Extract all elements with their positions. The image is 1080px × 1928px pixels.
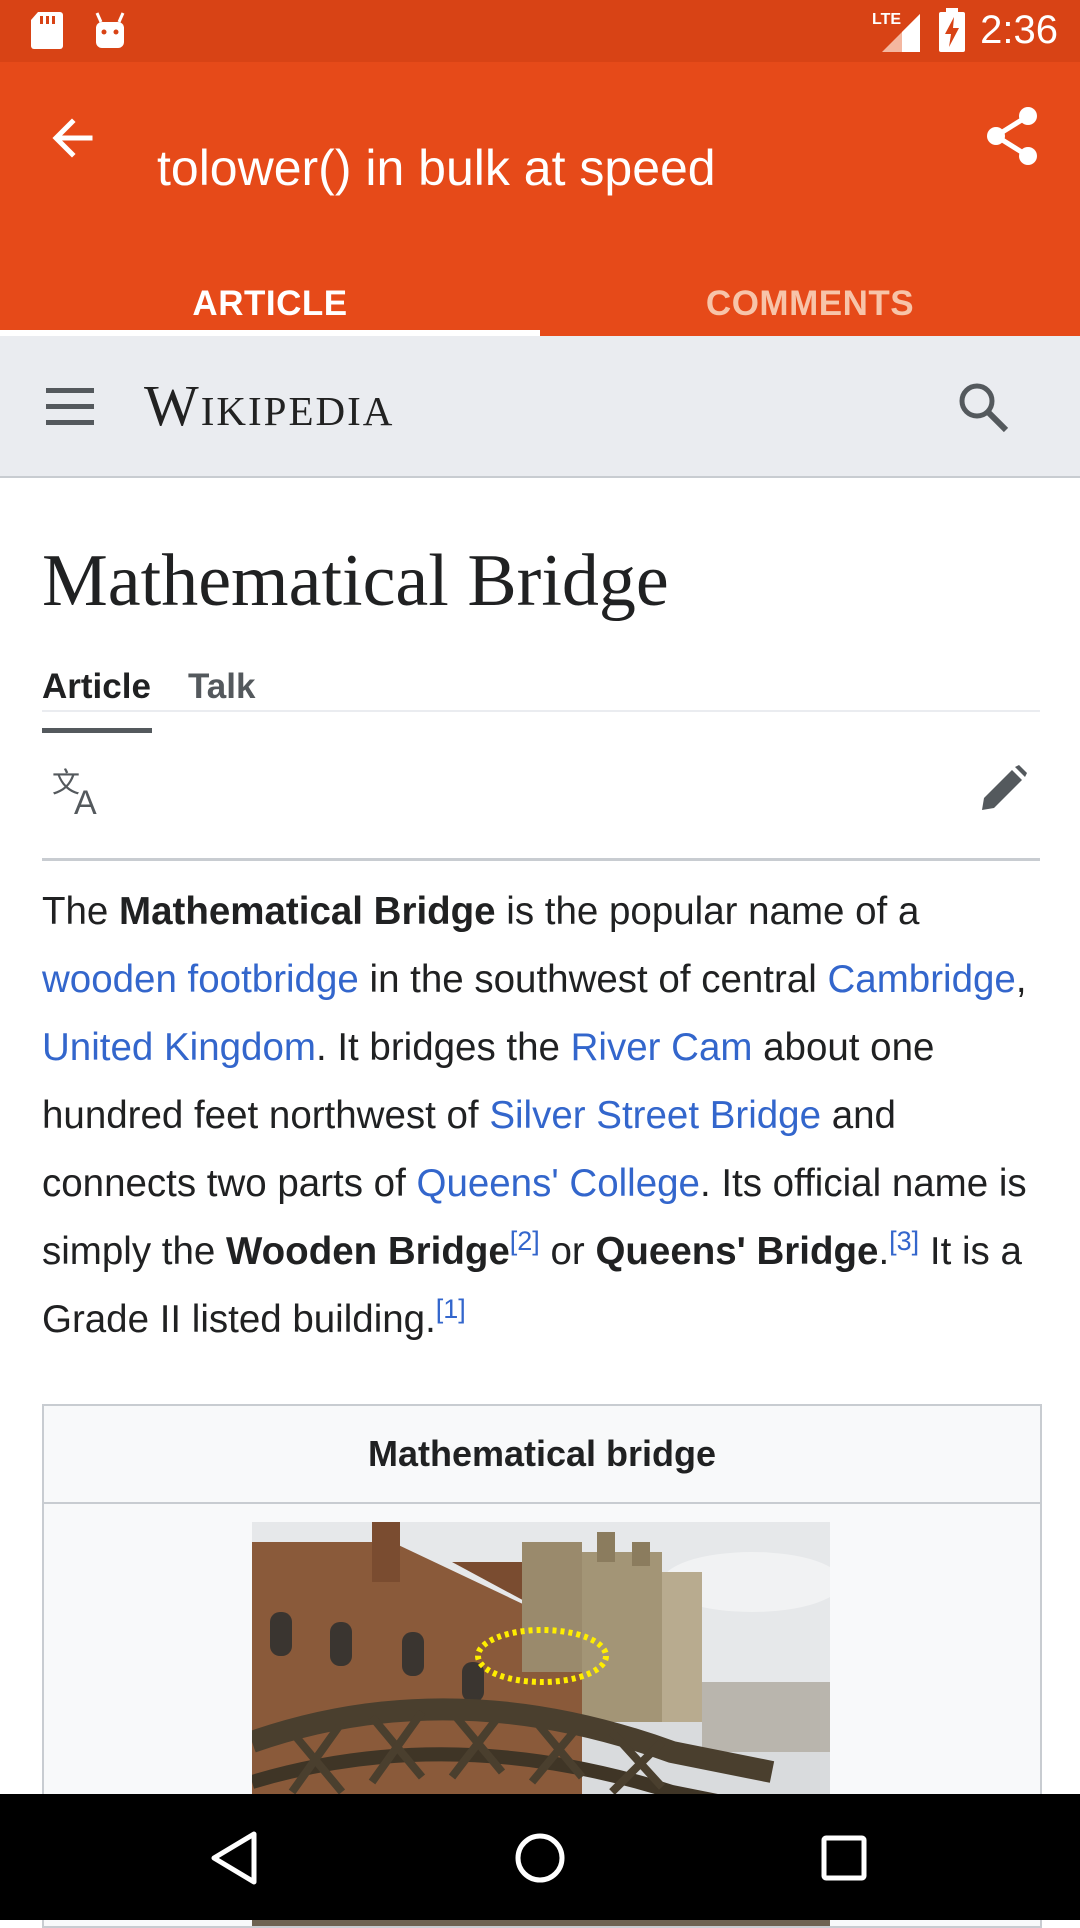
android-icon [95,12,125,48]
bold-term: Queens' Bridge [595,1230,879,1273]
link-united-kingdom[interactable]: United Kingdom [42,1026,316,1069]
page-tabs: Article Talk [42,664,1040,712]
para-text: in the southwest of central [358,958,828,1001]
signal-lte-icon: LTE [872,11,921,52]
nav-home-icon[interactable] [510,1828,570,1888]
infobox-title: Mathematical bridge [44,1406,1040,1504]
search-icon[interactable] [956,380,1010,434]
link-wooden-footbridge[interactable]: wooden footbridge [42,958,359,1001]
page-tab-talk[interactable]: Talk [188,664,255,710]
para-text: . It bridges the [315,1026,571,1069]
nav-recents-icon[interactable] [814,1828,874,1888]
para-text: is the popular name of a [495,890,920,933]
status-bar: LTE 2:36 [0,0,1080,62]
clock: 2:36 [980,7,1058,52]
page-tab-underline [42,728,152,733]
svg-text:A: A [74,784,97,820]
tab-comments[interactable]: COMMENTS [540,272,1080,336]
page-title: Mathematical Bridge [42,540,669,622]
para-text: , [1015,958,1027,1001]
nav-back-icon[interactable] [206,1828,266,1888]
wikipedia-header: Wikipedia [0,336,1080,478]
system-nav-bar [0,1794,1080,1920]
para-text: or [539,1230,596,1273]
share-icon[interactable] [980,104,1044,168]
para-text: The [42,890,120,933]
article-paragraph: The Mathematical Bridge is the popular n… [42,878,1042,1354]
link-queens-college[interactable]: Queens' College [417,1162,700,1205]
link-silver-street-bridge[interactable]: Silver Street Bridge [489,1094,821,1137]
app-bar: tolower() in bulk at speed ARTICLE COMME… [0,62,1080,336]
link-cambridge[interactable]: Cambridge [828,958,1016,1001]
lte-label: LTE [872,11,901,28]
page-tab-article[interactable]: Article [42,664,151,710]
link-river-cam[interactable]: River Cam [571,1026,753,1069]
citation-link[interactable]: [3] [889,1226,919,1256]
bold-term: Wooden Bridge [226,1230,510,1273]
bold-term: Mathematical Bridge [119,890,496,933]
edit-pencil-icon[interactable] [978,764,1028,814]
citation-link[interactable]: [2] [510,1226,540,1256]
para-text: . [878,1230,890,1273]
page-actions: 文 A [42,734,1040,861]
app-title: tolower() in bulk at speed [157,140,716,196]
wikipedia-logo[interactable]: Wikipedia [144,368,394,444]
back-arrow-icon[interactable] [44,108,104,168]
language-icon[interactable]: 文 A [52,764,108,820]
hamburger-menu-icon[interactable] [46,384,94,428]
citation-link[interactable]: [1] [436,1294,466,1324]
battery-charging-icon [939,8,966,52]
app-tabs: ARTICLE COMMENTS [0,272,1080,336]
tab-article[interactable]: ARTICLE [0,272,540,336]
sd-card-icon [31,12,63,49]
